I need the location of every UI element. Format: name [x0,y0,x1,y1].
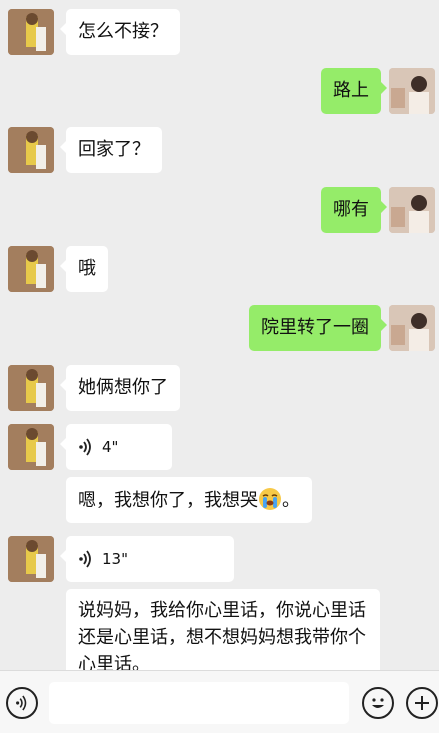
voice-wave-icon [78,438,94,456]
plus-icon [415,696,429,710]
message-text: 说妈妈，我给你心里话，你说心里话还是心里话，想不想妈妈想我带你个心里话。 [78,600,366,670]
contact-avatar[interactable] [8,9,54,55]
message-bubble[interactable]: 说妈妈，我给你心里话，你说心里话还是心里话，想不想妈妈想我带你个心里话。 [66,589,380,670]
voice-message-bubble[interactable]: 13" [60,536,234,582]
emoji-icon [372,698,384,708]
contact-avatar[interactable] [8,246,54,292]
contact-avatar[interactable] [8,424,54,470]
voice-message-bubble[interactable]: 4" [60,424,172,470]
contact-avatar[interactable] [8,365,54,411]
message-bubble[interactable]: 路上 [321,68,387,114]
message-text: 嗯，我想你了，我想哭 [78,490,258,511]
loudly-crying-face-icon [259,488,281,510]
message-bubble[interactable]: 院里转了一圈 [249,305,387,351]
voice-toggle-button[interactable] [6,687,38,719]
message-bubble[interactable]: 回家了？ [60,127,162,173]
chat-area[interactable]: 怎么不接？ 路上 回家了？ 哪有 哦 院里转了一圈 她俩想你了 4" 嗯，我想你… [0,0,439,670]
message-text: 她俩想你了 [78,377,168,398]
message-bubble[interactable]: 哦 [60,246,108,292]
my-avatar[interactable] [389,305,435,351]
message-text: 。 [282,490,300,511]
message-bubble[interactable]: 她俩想你了 [60,365,180,411]
message-text: 院里转了一圈 [261,317,369,338]
voice-wave-icon [78,550,94,568]
my-avatar[interactable] [389,68,435,114]
message-text: 怎么不接？ [78,21,168,42]
message-bubble[interactable]: 哪有 [321,187,387,233]
message-text: 路上 [333,80,369,101]
emoji-button[interactable] [362,687,394,719]
message-input[interactable] [49,682,349,724]
message-text: 哪有 [333,199,369,220]
message-text: 回家了？ [78,139,150,160]
message-bubble[interactable]: 怎么不接？ [60,9,180,55]
message-bubble[interactable]: 嗯，我想你了，我想哭 。 [66,477,312,523]
plus-button[interactable] [406,687,438,719]
contact-avatar[interactable] [8,536,54,582]
input-bar [0,670,439,733]
voice-toggle-icon [16,695,27,711]
message-text: 哦 [78,258,96,279]
contact-avatar[interactable] [8,127,54,173]
voice-duration: 13" [102,550,128,568]
my-avatar[interactable] [389,187,435,233]
voice-duration: 4" [102,438,119,456]
